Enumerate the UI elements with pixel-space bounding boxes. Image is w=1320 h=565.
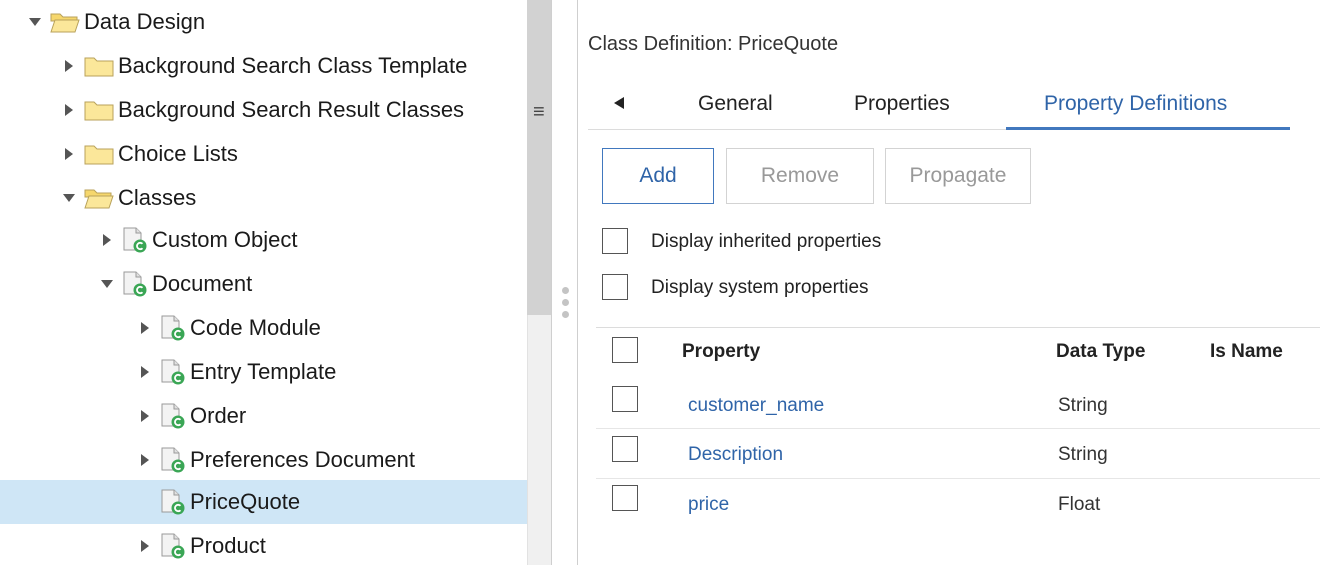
chevron-right-icon[interactable] [62,103,76,117]
tree-item-code-module[interactable]: Code Module [0,306,527,350]
row-checkbox[interactable] [612,386,638,412]
row-checkbox[interactable] [612,436,638,462]
class-icon [123,271,147,297]
tree-item-label: Preferences Document [190,447,415,472]
row-divider [596,478,1320,479]
row-divider [596,428,1320,429]
class-icon [161,359,185,385]
tree-item-choice-lists[interactable]: Choice Lists [0,132,527,176]
pane-splitter[interactable] [551,0,578,565]
active-tab-indicator [1006,127,1290,130]
select-all-checkbox[interactable] [612,337,638,363]
column-header-data-type[interactable]: Data Type [1056,341,1145,363]
tree-item-background-search-class-template[interactable]: Background Search Class Template [0,44,527,88]
navigation-tree: Data Design Background Search Class Temp… [0,0,527,565]
class-icon [161,533,185,559]
folder-open-icon [84,189,114,209]
chevron-right-icon[interactable] [62,147,76,161]
class-icon [161,403,185,429]
propagate-button[interactable]: Propagate [885,148,1031,204]
chevron-right-icon[interactable] [138,409,152,423]
tree-item-order[interactable]: Order [0,394,527,438]
folder-icon [84,145,114,165]
chevron-down-icon[interactable] [100,277,114,291]
class-icon [161,489,185,515]
display-system-label: Display system properties [651,277,869,298]
tree-item-label: Classes [118,185,197,210]
chevron-right-icon[interactable] [138,365,152,379]
tree-item-label: Order [190,403,247,428]
tree-item-product[interactable]: Product [0,524,527,565]
display-system-checkbox[interactable] [602,274,628,300]
chevron-right-icon[interactable] [62,59,76,73]
tree-item-label: Product [190,533,266,558]
tab-scroll-left-icon[interactable] [614,97,624,109]
tree-item-label: Background Search Result Classes [118,97,465,122]
chevron-down-icon[interactable] [62,191,76,205]
context-menu-icon[interactable]: ≡ [533,101,545,124]
folder-icon [84,101,114,121]
tree-item-custom-object[interactable]: Custom Object [0,218,527,262]
tab-general[interactable]: General [698,92,773,116]
data-type-cell: String [1058,395,1108,416]
folder-open-icon [50,13,80,33]
page-title: Class Definition: PriceQuote [588,33,839,55]
column-header-property[interactable]: Property [682,341,760,363]
tree-item-label: Custom Object [152,227,298,252]
splitter-grip-icon [562,311,569,318]
property-name-link[interactable]: price [688,494,729,516]
tree-item-entry-template[interactable]: Entry Template [0,350,527,394]
display-inherited-checkbox[interactable] [602,228,628,254]
remove-button[interactable]: Remove [726,148,874,204]
chevron-right-icon[interactable] [138,453,152,467]
chevron-right-icon[interactable] [138,539,152,553]
grid-divider [596,327,1320,328]
chevron-right-icon[interactable] [138,321,152,335]
class-icon [161,315,185,341]
tree-item-background-search-result-classes[interactable]: Background Search Result Classes [0,88,527,132]
tree-item-label: Code Module [190,315,321,340]
splitter-grip-icon [562,299,569,306]
tree-item-document[interactable]: Document [0,262,527,306]
tree-item-data-design[interactable]: Data Design [0,0,527,44]
property-name-link[interactable]: Description [688,444,783,466]
tree-item-label: Data Design [84,9,206,34]
tree-item-label: Choice Lists [118,141,238,166]
column-header-is-name[interactable]: Is Name [1210,341,1283,363]
class-icon [123,227,147,253]
tree-item-label: Document [152,271,253,296]
tab-property-definitions[interactable]: Property Definitions [1044,92,1227,116]
tree-item-label: Entry Template [190,359,337,384]
tree-scrollbar-thumb[interactable] [527,0,551,315]
tree-item-preferences-document[interactable]: Preferences Document [0,438,527,482]
tab-properties[interactable]: Properties [854,92,950,116]
tree-item-label: PriceQuote [190,489,301,514]
tree-item-label: Background Search Class Template [118,53,468,78]
data-type-cell: String [1058,444,1108,465]
property-name-link[interactable]: customer_name [688,395,824,417]
chevron-down-icon[interactable] [28,15,42,29]
display-inherited-label: Display inherited properties [651,231,882,252]
tree-item-pricequote[interactable]: PriceQuote [0,480,527,524]
folder-icon [84,57,114,77]
data-type-cell: Float [1058,494,1101,515]
splitter-grip-icon [562,287,569,294]
row-checkbox[interactable] [612,485,638,511]
add-button[interactable]: Add [602,148,714,204]
class-icon [161,447,185,473]
chevron-right-icon[interactable] [100,233,114,247]
class-definition-panel: Class Definition: PriceQuote General Pro… [578,0,1320,565]
tree-item-classes[interactable]: Classes [0,176,527,220]
